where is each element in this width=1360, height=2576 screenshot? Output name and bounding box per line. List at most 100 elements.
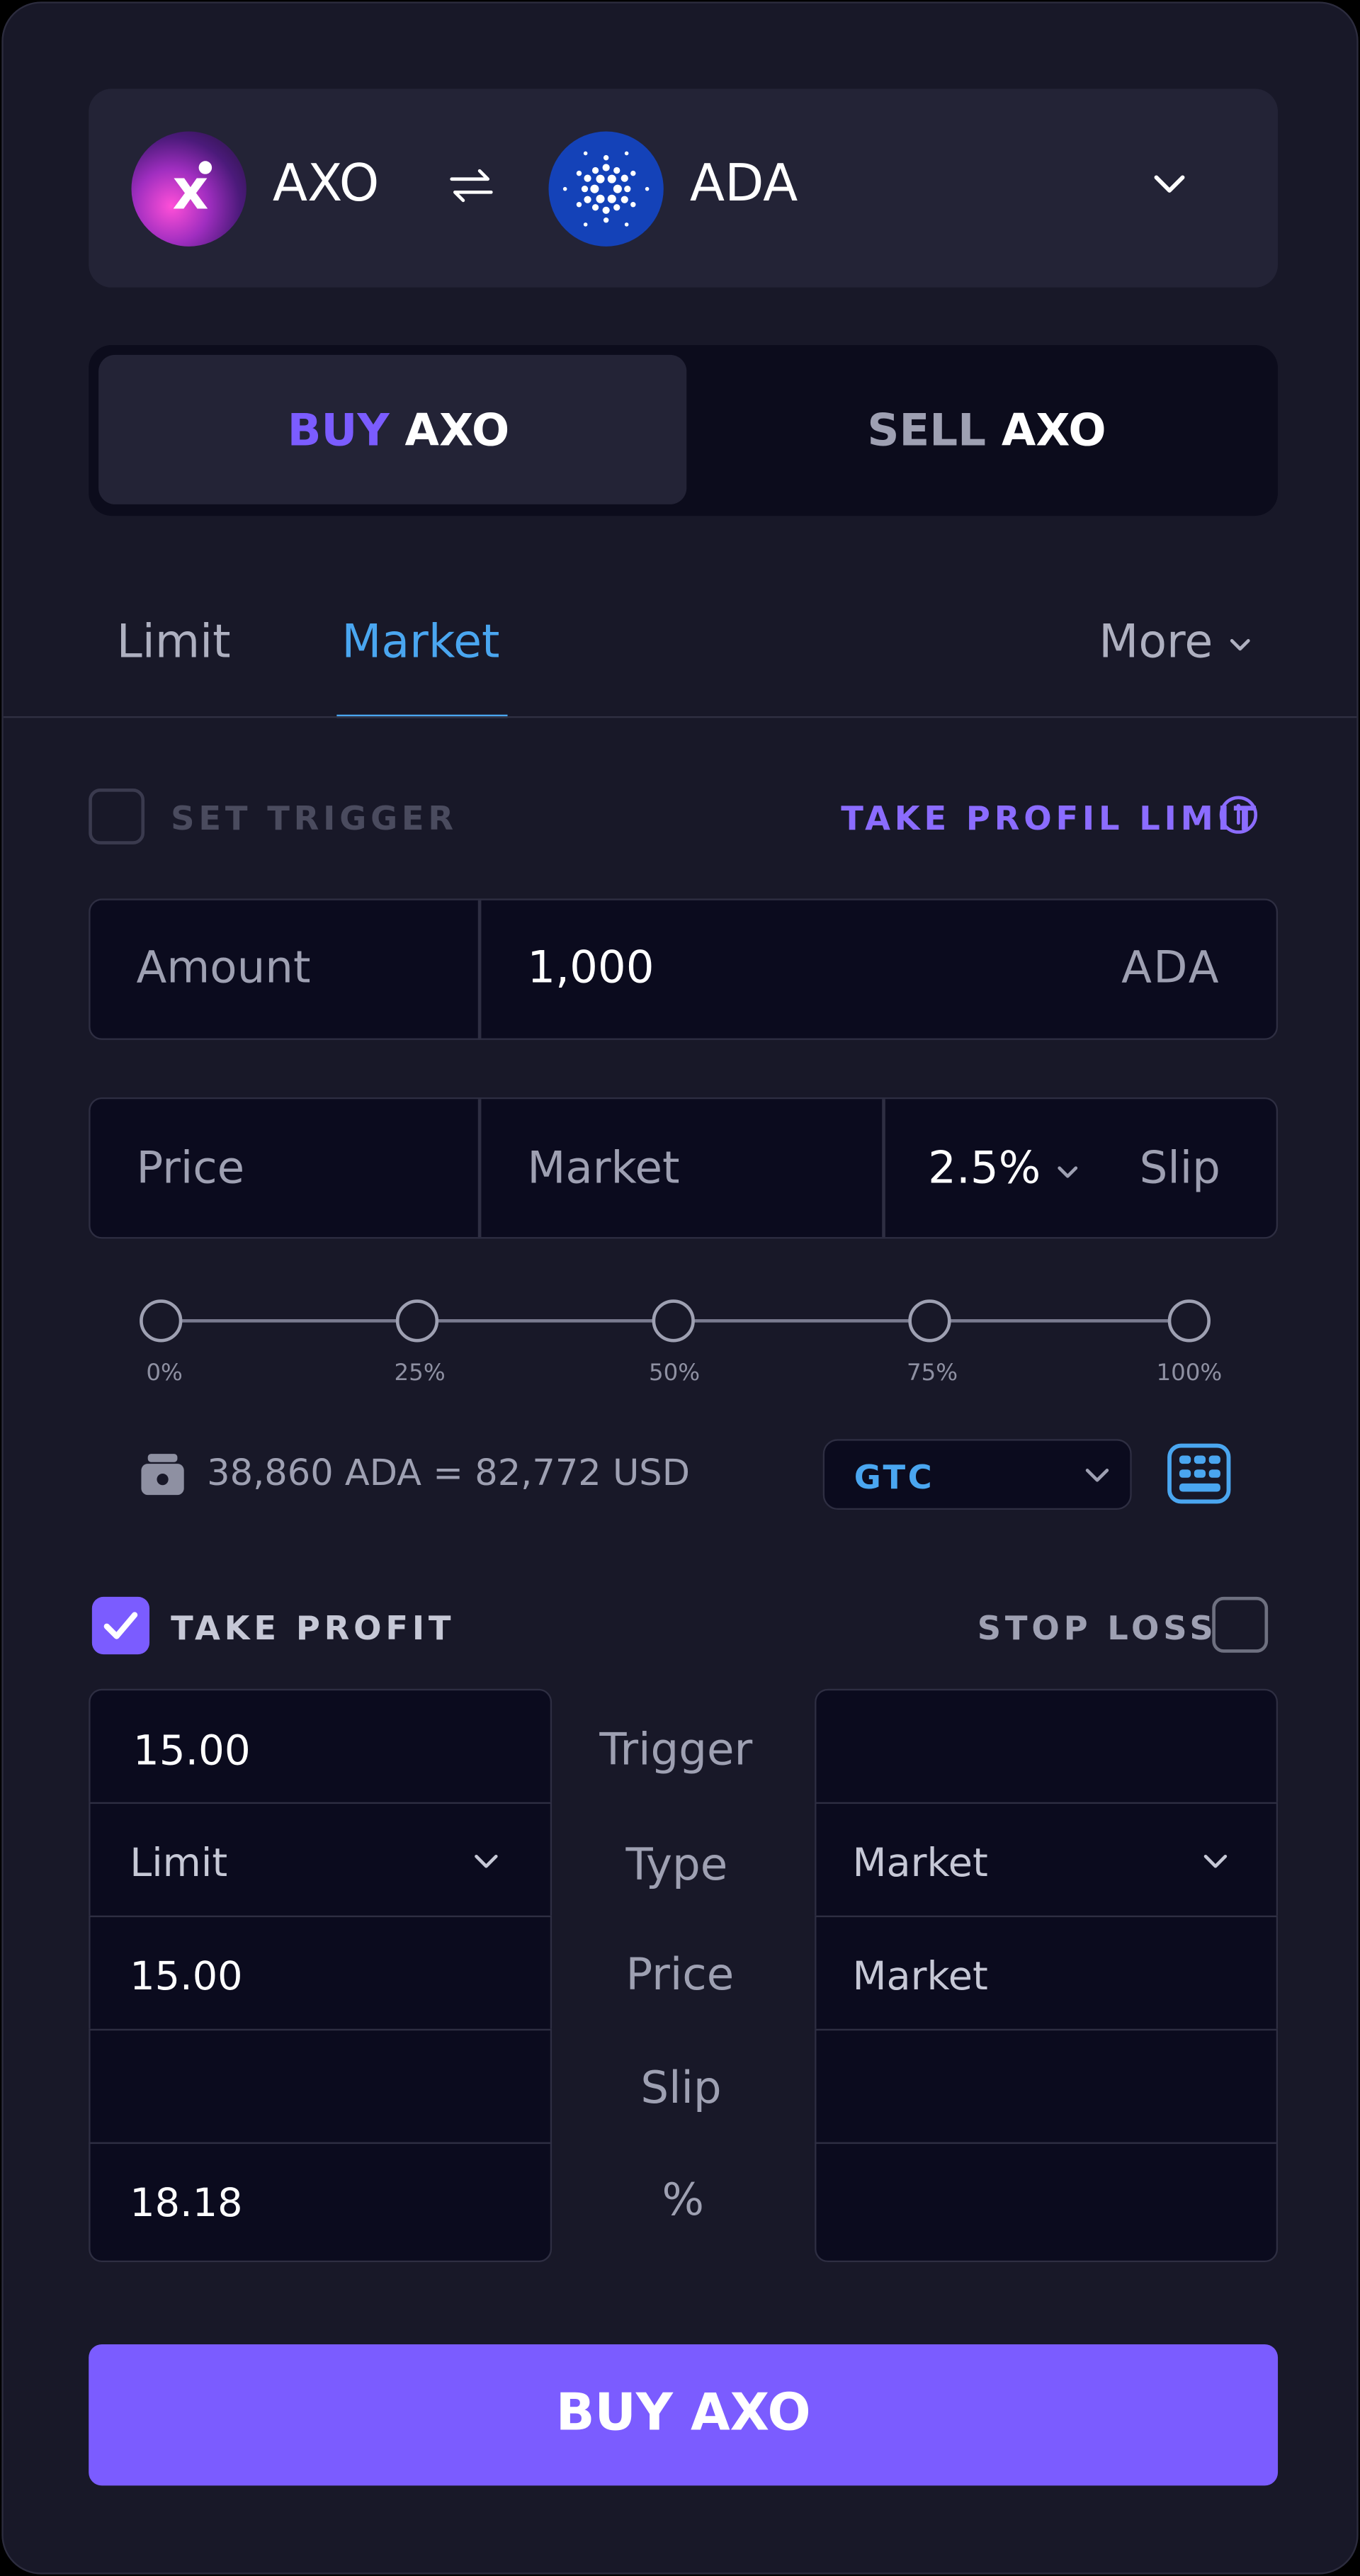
tp-type-value: Limit bbox=[130, 1840, 228, 1887]
cardano-logo-dot bbox=[607, 194, 616, 203]
slider-step-0[interactable] bbox=[140, 1299, 183, 1343]
buy-tab-prefix: BUY bbox=[287, 405, 390, 457]
slider-step-50[interactable] bbox=[652, 1299, 695, 1343]
cardano-logo-dot bbox=[624, 151, 629, 156]
tab-more[interactable]: More bbox=[1099, 614, 1254, 669]
sl-type-select[interactable]: Market bbox=[815, 1802, 1279, 1918]
cardano-logo-dot bbox=[590, 184, 599, 193]
take-profit-checkbox[interactable] bbox=[91, 1596, 150, 1655]
pair-selector[interactable]: x AXO ADA bbox=[89, 89, 1279, 288]
swap-arrows-icon[interactable] bbox=[447, 161, 497, 210]
cardano-logo-dot bbox=[596, 194, 605, 203]
tp-type-select[interactable]: Limit bbox=[89, 1802, 552, 1918]
take-profit-label: TAKE PROFIT bbox=[171, 1608, 455, 1648]
cardano-logo-dot bbox=[562, 186, 567, 191]
checkmark-icon bbox=[103, 1612, 138, 1639]
stop-loss-inputs: Market Market bbox=[815, 1688, 1279, 2263]
sl-price-input[interactable]: Market bbox=[815, 1915, 1279, 2031]
base-asset-label: AXO bbox=[272, 154, 380, 214]
tp-percent-value: 18.18 bbox=[130, 2180, 243, 2227]
buy-submit-button[interactable]: BUY AXO bbox=[89, 2344, 1279, 2486]
price-input[interactable]: Market bbox=[527, 1143, 679, 1194]
chevron-down-icon bbox=[1058, 1165, 1078, 1177]
cardano-logo-dot bbox=[576, 170, 582, 176]
slider-tick-label: 75% bbox=[907, 1360, 958, 1387]
slip-label: Slip bbox=[1139, 1143, 1220, 1194]
cardano-logo-dot bbox=[630, 201, 636, 208]
tab-buy[interactable]: BUY AXO bbox=[98, 354, 687, 504]
buy-tab-label: BUY AXO bbox=[288, 406, 509, 457]
tab-limit[interactable]: Limit bbox=[117, 614, 231, 669]
cardano-logo-dot bbox=[576, 201, 582, 208]
stop-loss-checkbox[interactable] bbox=[1212, 1596, 1269, 1653]
row-label-slip: Slip bbox=[640, 2063, 722, 2115]
cardano-logo-dot bbox=[630, 170, 636, 176]
cardano-logo-dot bbox=[602, 206, 610, 214]
tp-trigger-value: 15.00 bbox=[132, 1727, 251, 1775]
slider-step-25[interactable] bbox=[395, 1299, 439, 1343]
cardano-logo-dot bbox=[581, 186, 589, 193]
tab-sell[interactable]: SELL AXO bbox=[686, 355, 1268, 504]
cardano-logo-dot bbox=[607, 174, 616, 183]
sl-trigger-input[interactable] bbox=[815, 1688, 1279, 1804]
side-toggle: BUY AXO SELL AXO bbox=[89, 344, 1279, 516]
amount-label: Amount bbox=[136, 943, 311, 994]
tab-market[interactable]: Market bbox=[341, 614, 499, 669]
stop-loss-label: STOP LOSS bbox=[977, 1608, 1218, 1648]
cardano-logo-icon bbox=[548, 131, 664, 247]
time-in-force-select[interactable]: GTC bbox=[822, 1439, 1132, 1510]
cardano-logo-dot bbox=[620, 196, 628, 203]
amount-input[interactable]: 1,000 bbox=[527, 943, 1217, 999]
chevron-down-icon[interactable] bbox=[1147, 161, 1193, 207]
row-label-percent: % bbox=[662, 2175, 704, 2227]
slider-tick-label: 100% bbox=[1156, 1360, 1223, 1387]
axo-logo-icon: x bbox=[131, 131, 246, 247]
wallet-icon bbox=[138, 1449, 188, 1498]
sell-tab-prefix: SELL bbox=[867, 405, 987, 457]
buy-tab-asset: AXO bbox=[404, 405, 510, 457]
tp-slip-input[interactable] bbox=[89, 2028, 552, 2145]
info-icon[interactable] bbox=[1217, 793, 1259, 836]
slider-tick-label: 0% bbox=[146, 1360, 183, 1387]
cardano-logo-dot bbox=[591, 166, 599, 174]
cardano-logo-dot bbox=[602, 164, 610, 171]
available-balance: 38,860 ADA = 82,772 USD bbox=[207, 1454, 690, 1496]
chevron-down-icon bbox=[1203, 1854, 1228, 1868]
cardano-logo-dot bbox=[583, 222, 588, 227]
price-field: Price Market 2.5% Slip bbox=[89, 1097, 1279, 1239]
calculator-icon[interactable] bbox=[1166, 1442, 1232, 1505]
tabs-divider bbox=[3, 716, 1357, 718]
tp-percent-input[interactable]: 18.18 bbox=[89, 2142, 552, 2263]
cardano-logo-dot bbox=[620, 174, 628, 182]
tp-trigger-input[interactable]: 15.00 bbox=[89, 1688, 552, 1804]
amount-field: Amount 1,000 ADA bbox=[89, 898, 1279, 1040]
slider-step-100[interactable] bbox=[1167, 1299, 1211, 1343]
cardano-logo-dot bbox=[645, 186, 650, 191]
quote-asset-label: ADA bbox=[689, 154, 798, 214]
field-divider bbox=[477, 1099, 481, 1238]
cardano-logo-dot bbox=[624, 186, 631, 193]
sell-tab-label: SELL AXO bbox=[867, 406, 1106, 457]
cardano-logo-dot bbox=[584, 196, 591, 203]
take-profit-inputs: 15.00 Limit 15.00 18.18 bbox=[89, 1688, 552, 2263]
time-in-force-value: GTC bbox=[854, 1457, 935, 1497]
price-label: Price bbox=[136, 1143, 245, 1194]
set-trigger-checkbox[interactable] bbox=[89, 789, 145, 844]
cardano-logo-dot bbox=[613, 166, 620, 174]
field-divider bbox=[882, 1099, 885, 1238]
tab-more-label: More bbox=[1099, 614, 1213, 669]
chevron-down-icon bbox=[1230, 639, 1251, 651]
chevron-down-icon bbox=[1085, 1469, 1109, 1482]
cardano-logo-dot bbox=[603, 218, 609, 223]
row-label-price: Price bbox=[625, 1950, 735, 2001]
sl-price-value: Market bbox=[852, 1953, 988, 2000]
cardano-logo-dot bbox=[596, 174, 605, 183]
sl-percent-input[interactable] bbox=[815, 2142, 1279, 2263]
slider-tick-label: 50% bbox=[648, 1360, 701, 1387]
sl-slip-input[interactable] bbox=[815, 2028, 1279, 2145]
tp-price-input[interactable]: 15.00 bbox=[89, 1915, 552, 2031]
buy-submit-label: BUY AXO bbox=[555, 2383, 811, 2444]
take-profit-limit-link[interactable]: TAKE PROFIL LIMIT bbox=[841, 798, 1260, 838]
slider-step-75[interactable] bbox=[908, 1299, 951, 1343]
slippage-select[interactable]: 2.5% bbox=[928, 1143, 1081, 1194]
